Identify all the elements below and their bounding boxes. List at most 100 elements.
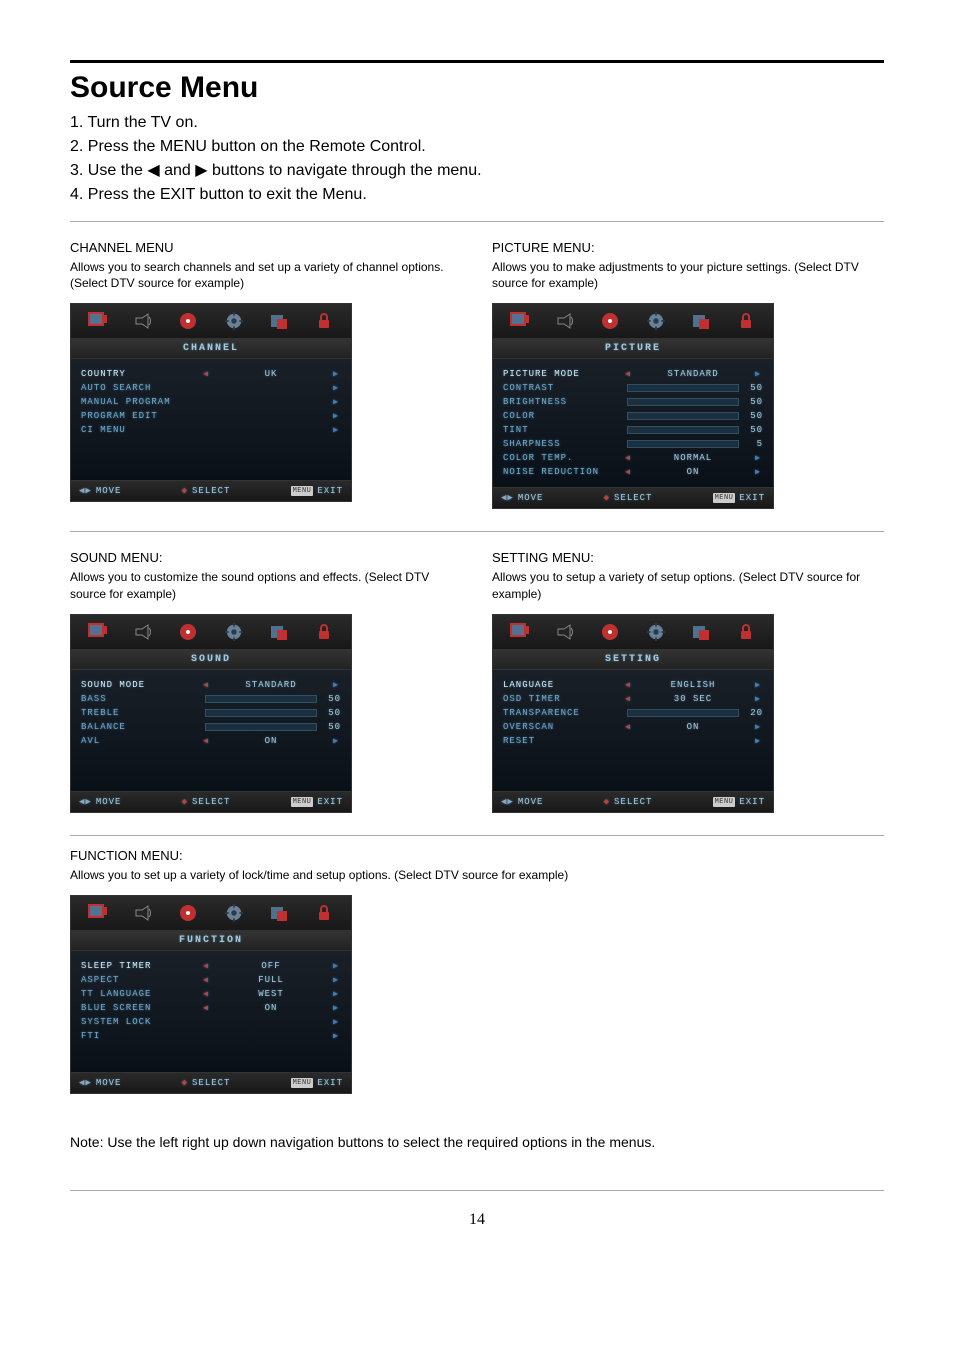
osd-tab-icon[interactable] bbox=[313, 621, 335, 643]
osd-tab-icon[interactable] bbox=[509, 310, 531, 332]
osd-tab-icon[interactable] bbox=[177, 621, 199, 643]
osd-tab-icon[interactable] bbox=[268, 902, 290, 924]
osd-tab-icon[interactable] bbox=[509, 621, 531, 643]
osd-tab-icon[interactable] bbox=[690, 310, 712, 332]
osd-tab-icon[interactable] bbox=[313, 902, 335, 924]
osd-row[interactable]: SLEEP TIMER◀OFF▶ bbox=[81, 959, 341, 973]
osd-row[interactable]: NOISE REDUCTION◀ON▶ bbox=[503, 465, 763, 479]
osd-row[interactable]: SOUND MODE◀STANDARD▶ bbox=[81, 678, 341, 692]
osd-slider[interactable] bbox=[205, 723, 317, 731]
osd-slider[interactable] bbox=[627, 398, 739, 406]
osd-tab-icon[interactable] bbox=[132, 902, 154, 924]
osd-tab-icon[interactable] bbox=[313, 310, 335, 332]
left-arrow-icon[interactable]: ◀ bbox=[623, 369, 633, 379]
right-arrow-icon[interactable]: ▶ bbox=[331, 989, 341, 999]
left-arrow-icon[interactable]: ◀ bbox=[623, 453, 633, 463]
osd-tab-icon[interactable] bbox=[87, 310, 109, 332]
osd-row[interactable]: BLUE SCREEN◀ON▶ bbox=[81, 1001, 341, 1015]
osd-row[interactable]: TINT50 bbox=[503, 423, 763, 437]
osd-row[interactable]: OSD TIMER◀30 SEC▶ bbox=[503, 692, 763, 706]
osd-slider[interactable] bbox=[627, 384, 739, 392]
osd-slider[interactable] bbox=[205, 695, 317, 703]
right-arrow-icon[interactable]: ▶ bbox=[753, 722, 763, 732]
osd-row[interactable]: RESET▶ bbox=[503, 734, 763, 748]
right-arrow-icon[interactable]: ▶ bbox=[331, 680, 341, 690]
left-arrow-icon[interactable]: ◀ bbox=[623, 722, 633, 732]
osd-row[interactable]: COLOR TEMP.◀NORMAL▶ bbox=[503, 451, 763, 465]
osd-slider[interactable] bbox=[627, 440, 739, 448]
osd-tab-icon[interactable] bbox=[690, 621, 712, 643]
osd-row[interactable]: OVERSCAN◀ON▶ bbox=[503, 720, 763, 734]
osd-slider[interactable] bbox=[627, 412, 739, 420]
osd-row[interactable]: BASS50 bbox=[81, 692, 341, 706]
osd-tab-icon[interactable] bbox=[223, 621, 245, 643]
osd-tab-icon[interactable] bbox=[132, 310, 154, 332]
left-arrow-icon[interactable]: ◀ bbox=[201, 989, 211, 999]
osd-tab-icon[interactable] bbox=[645, 621, 667, 643]
left-arrow-icon[interactable]: ◀ bbox=[201, 975, 211, 985]
osd-tab-icon[interactable] bbox=[599, 621, 621, 643]
osd-tab-icon[interactable] bbox=[87, 902, 109, 924]
osd-tab-icon[interactable] bbox=[177, 310, 199, 332]
osd-row[interactable]: BRIGHTNESS50 bbox=[503, 395, 763, 409]
right-arrow-icon[interactable]: ▶ bbox=[331, 397, 341, 407]
left-arrow-icon[interactable]: ◀ bbox=[623, 694, 633, 704]
left-arrow-icon[interactable]: ◀ bbox=[201, 680, 211, 690]
osd-tab-icon[interactable] bbox=[645, 310, 667, 332]
right-arrow-icon[interactable]: ▶ bbox=[331, 975, 341, 985]
left-arrow-icon[interactable]: ◀ bbox=[623, 680, 633, 690]
osd-row[interactable]: TRANSPARENCE20 bbox=[503, 706, 763, 720]
right-arrow-icon[interactable]: ▶ bbox=[753, 467, 763, 477]
osd-row[interactable]: ASPECT◀FULL▶ bbox=[81, 973, 341, 987]
right-arrow-icon[interactable]: ▶ bbox=[331, 369, 341, 379]
osd-tab-icon[interactable] bbox=[268, 621, 290, 643]
osd-tab-icon[interactable] bbox=[268, 310, 290, 332]
osd-tab-icon[interactable] bbox=[223, 902, 245, 924]
right-arrow-icon[interactable]: ▶ bbox=[331, 411, 341, 421]
osd-row[interactable]: SHARPNESS5 bbox=[503, 437, 763, 451]
right-arrow-icon[interactable]: ▶ bbox=[331, 961, 341, 971]
osd-row[interactable]: TREBLE50 bbox=[81, 706, 341, 720]
osd-row[interactable]: SYSTEM LOCK▶ bbox=[81, 1015, 341, 1029]
left-arrow-icon[interactable]: ◀ bbox=[623, 467, 633, 477]
osd-row[interactable]: PICTURE MODE◀STANDARD▶ bbox=[503, 367, 763, 381]
osd-row[interactable]: PROGRAM EDIT▶ bbox=[81, 409, 341, 423]
osd-tab-icon[interactable] bbox=[177, 902, 199, 924]
right-arrow-icon[interactable]: ▶ bbox=[331, 1003, 341, 1013]
osd-tab-icon[interactable] bbox=[87, 621, 109, 643]
right-arrow-icon[interactable]: ▶ bbox=[331, 736, 341, 746]
osd-tab-icon[interactable] bbox=[223, 310, 245, 332]
osd-slider[interactable] bbox=[627, 709, 739, 717]
osd-tab-icon[interactable] bbox=[132, 621, 154, 643]
left-arrow-icon[interactable]: ◀ bbox=[201, 1003, 211, 1013]
osd-row[interactable]: MANUAL PROGRAM▶ bbox=[81, 395, 341, 409]
right-arrow-icon[interactable]: ▶ bbox=[753, 736, 763, 746]
osd-tab-icon[interactable] bbox=[599, 310, 621, 332]
osd-row[interactable]: AVL◀ON▶ bbox=[81, 734, 341, 748]
right-arrow-icon[interactable]: ▶ bbox=[753, 680, 763, 690]
osd-row[interactable]: COUNTRY◀UK▶ bbox=[81, 367, 341, 381]
right-arrow-icon[interactable]: ▶ bbox=[753, 694, 763, 704]
osd-row[interactable]: LANGUAGE◀ENGLISH▶ bbox=[503, 678, 763, 692]
right-arrow-icon[interactable]: ▶ bbox=[331, 425, 341, 435]
left-arrow-icon[interactable]: ◀ bbox=[201, 369, 211, 379]
right-arrow-icon[interactable]: ▶ bbox=[753, 369, 763, 379]
osd-row[interactable]: AUTO SEARCH▶ bbox=[81, 381, 341, 395]
osd-tab-icon[interactable] bbox=[735, 621, 757, 643]
osd-tab-icon[interactable] bbox=[554, 310, 576, 332]
osd-slider[interactable] bbox=[205, 709, 317, 717]
osd-row[interactable]: FTI▶ bbox=[81, 1029, 341, 1043]
osd-tab-icon[interactable] bbox=[554, 621, 576, 643]
right-arrow-icon[interactable]: ▶ bbox=[331, 1017, 341, 1027]
right-arrow-icon[interactable]: ▶ bbox=[331, 1031, 341, 1041]
osd-tab-icon[interactable] bbox=[735, 310, 757, 332]
left-arrow-icon[interactable]: ◀ bbox=[201, 736, 211, 746]
osd-row[interactable]: CI MENU▶ bbox=[81, 423, 341, 437]
right-arrow-icon[interactable]: ▶ bbox=[331, 383, 341, 393]
osd-slider[interactable] bbox=[627, 426, 739, 434]
osd-row[interactable]: TT LANGUAGE◀WEST▶ bbox=[81, 987, 341, 1001]
osd-row[interactable]: BALANCE50 bbox=[81, 720, 341, 734]
right-arrow-icon[interactable]: ▶ bbox=[753, 453, 763, 463]
osd-row[interactable]: CONTRAST50 bbox=[503, 381, 763, 395]
osd-row[interactable]: COLOR50 bbox=[503, 409, 763, 423]
